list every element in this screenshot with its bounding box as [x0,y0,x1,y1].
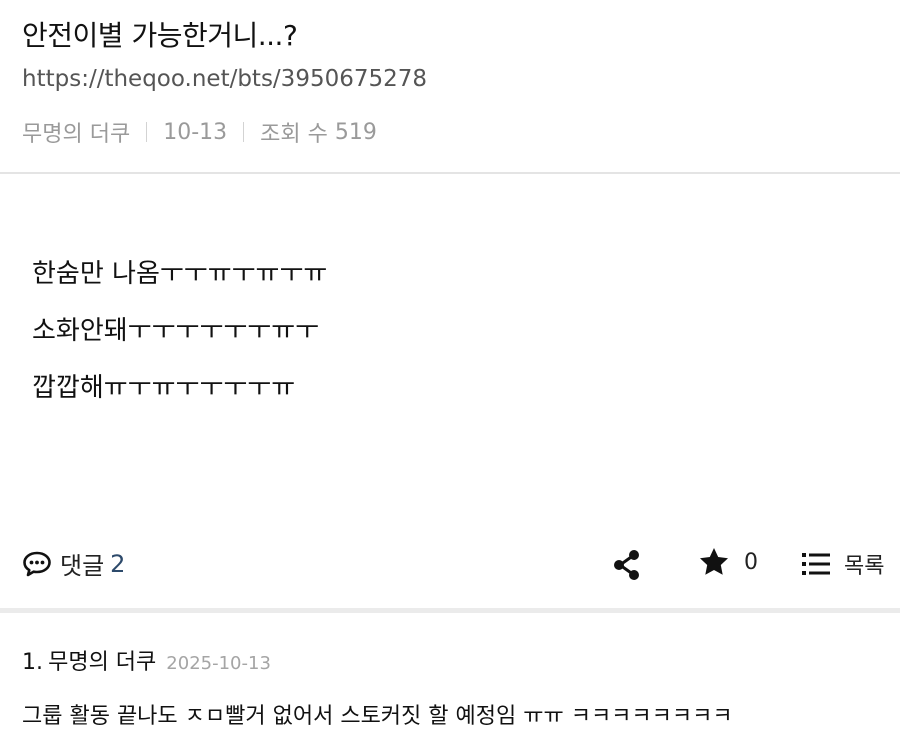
list-button[interactable]: 목록 [802,548,884,580]
list-icon [802,553,830,575]
comments-button[interactable]: 댓글 2 [22,546,125,581]
comments-label: 댓글 [60,552,105,580]
views-label: 조회 수 [260,122,328,147]
favorite-count: 0 [744,549,758,575]
post-author[interactable]: 무명의 더쿠 [22,116,130,148]
post-meta: 무명의 더쿠 10-13 조회 수 519 [22,116,377,148]
comment-header: 1. 무명의 더쿠 2025-10-13 [22,644,882,676]
post-body: 한숨만 나옴ㅜㅜㅠㅜㅠㅜㅠ 소화안돼ㅜㅜㅜㅜㅜㅜㅠㅜ 깝깝해ㅠㅜㅠㅜㅜㅜㅜㅠ [32,246,327,417]
comment-author[interactable]: 무명의 더쿠 [48,644,156,676]
comment-date: 2025-10-13 [166,653,271,674]
comment-text: 그룹 활동 끝나도 ㅈㅁ빨거 없어서 스토커짓 할 예정임 ㅠㅠ ㅋㅋㅋㅋㅋㅋㅋ… [22,704,733,729]
post-actions-bar: 댓글 2 0 목록 [0,534,900,596]
post-body-line: 한숨만 나옴ㅜㅜㅠㅜㅠㅜㅠ [32,259,328,289]
comment-number: 1. [22,650,43,675]
list-label: 목록 [844,554,885,579]
comment-item: 1. 무명의 더쿠 2025-10-13 그룹 활동 끝나도 ㅈㅁ빨거 없어서 … [22,644,882,730]
post-date: 10-13 [163,119,228,145]
favorite-button[interactable]: 0 [698,546,758,578]
post-body-line: 소화안돼ㅜㅜㅜㅜㅜㅜㅠㅜ [32,316,320,346]
meta-divider [146,122,148,142]
views-count: 519 [334,119,377,145]
post-body-line: 깝깝해ㅠㅜㅠㅜㅜㅜㅜㅠ [32,373,296,403]
share-button[interactable] [612,548,642,582]
share-icon [614,550,639,580]
comments-count: 2 [110,549,126,578]
post-title: 안전이별 가능한거니...? [22,19,298,52]
speech-bubble-icon [23,551,51,576]
post-url[interactable]: https://theqoo.net/bts/3950675278 [22,66,427,92]
section-divider [0,608,900,613]
post-header: 안전이별 가능한거니...? https://theqoo.net/bts/39… [0,0,900,174]
star-icon [700,548,728,575]
meta-divider [243,122,245,142]
